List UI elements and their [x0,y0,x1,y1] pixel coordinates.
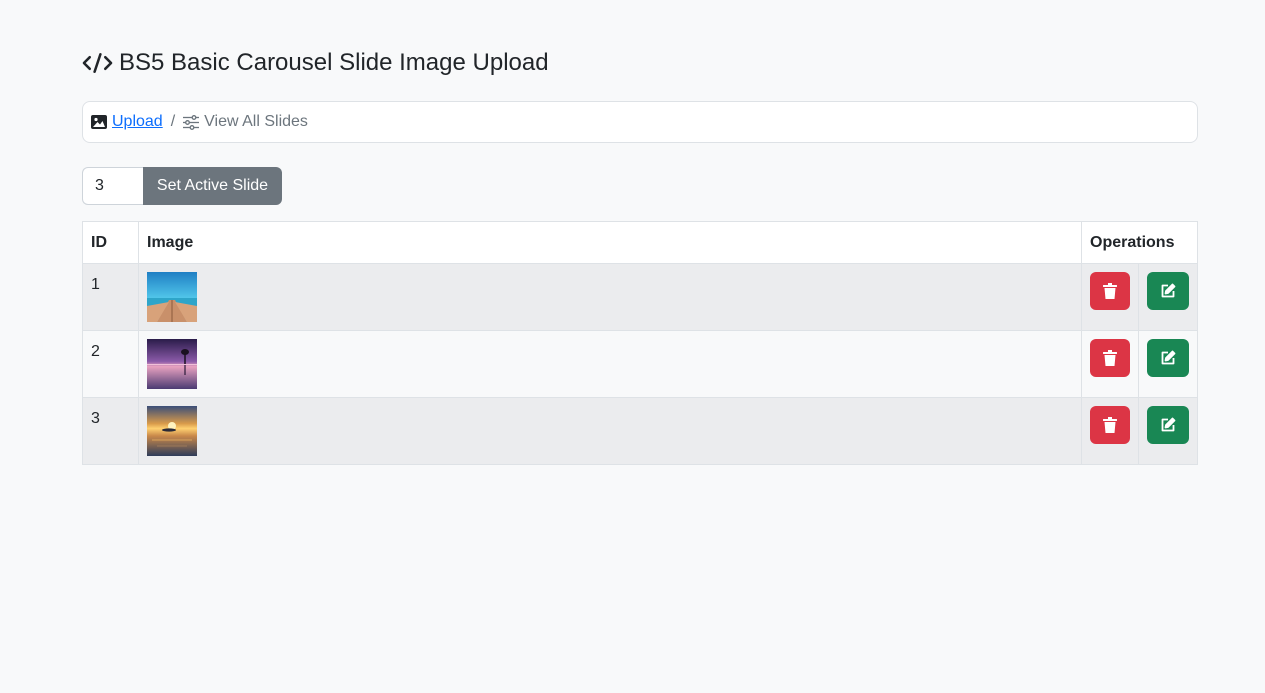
edit-button[interactable] [1147,406,1189,444]
code-icon [82,51,114,75]
delete-cell [1081,263,1139,331]
image-icon [91,115,107,129]
delete-cell [1081,330,1139,398]
active-slide-form: Set Active Slide [82,167,282,205]
trash-icon [1103,350,1117,366]
delete-button[interactable] [1090,406,1130,444]
active-slide-input[interactable] [82,167,143,205]
breadcrumb-separator: / [170,113,176,130]
row-image-cell [138,263,1082,331]
trash-icon [1103,417,1117,433]
table-row: 3 [82,397,1198,465]
breadcrumb-item-upload[interactable]: Upload [91,113,163,131]
view-all-slides-label: View All Slides [204,113,308,130]
row-id: 2 [82,330,139,398]
edit-cell [1138,330,1198,398]
delete-button[interactable] [1090,272,1130,310]
table-row: 1 [82,263,1198,331]
edit-button[interactable] [1147,339,1189,377]
delete-cell [1081,397,1139,465]
row-image-cell [138,397,1082,465]
header-operations: Operations [1081,221,1198,264]
edit-icon [1161,417,1176,432]
edit-cell [1138,397,1198,465]
breadcrumb: Upload / View All Slides [82,101,1198,143]
set-active-slide-button[interactable]: Set Active Slide [143,167,282,205]
edit-button[interactable] [1147,272,1189,310]
table-header-row: ID Image Operations [82,221,1198,264]
edit-icon [1161,283,1176,298]
row-image-cell [138,330,1082,398]
slide-thumbnail-purple-sunset[interactable] [147,339,197,389]
row-id: 1 [82,263,139,331]
delete-button[interactable] [1090,339,1130,377]
page-title: BS5 Basic Carousel Slide Image Upload [82,48,549,78]
edit-cell [1138,263,1198,331]
header-id: ID [82,221,139,264]
slide-thumbnail-pier[interactable] [147,272,197,322]
row-id: 3 [82,397,139,465]
edit-icon [1161,350,1176,365]
slides-table: ID Image Operations 1 2 3 [82,221,1198,465]
header-image: Image [138,221,1082,264]
trash-icon [1103,283,1117,299]
page-title-text: BS5 Basic Carousel Slide Image Upload [119,49,549,76]
slide-thumbnail-golden-sunset[interactable] [147,406,197,456]
table-row: 2 [82,330,1198,398]
breadcrumb-item-view-all: View All Slides [183,113,308,131]
upload-link[interactable]: Upload [112,113,163,131]
sliders-icon [183,114,200,130]
